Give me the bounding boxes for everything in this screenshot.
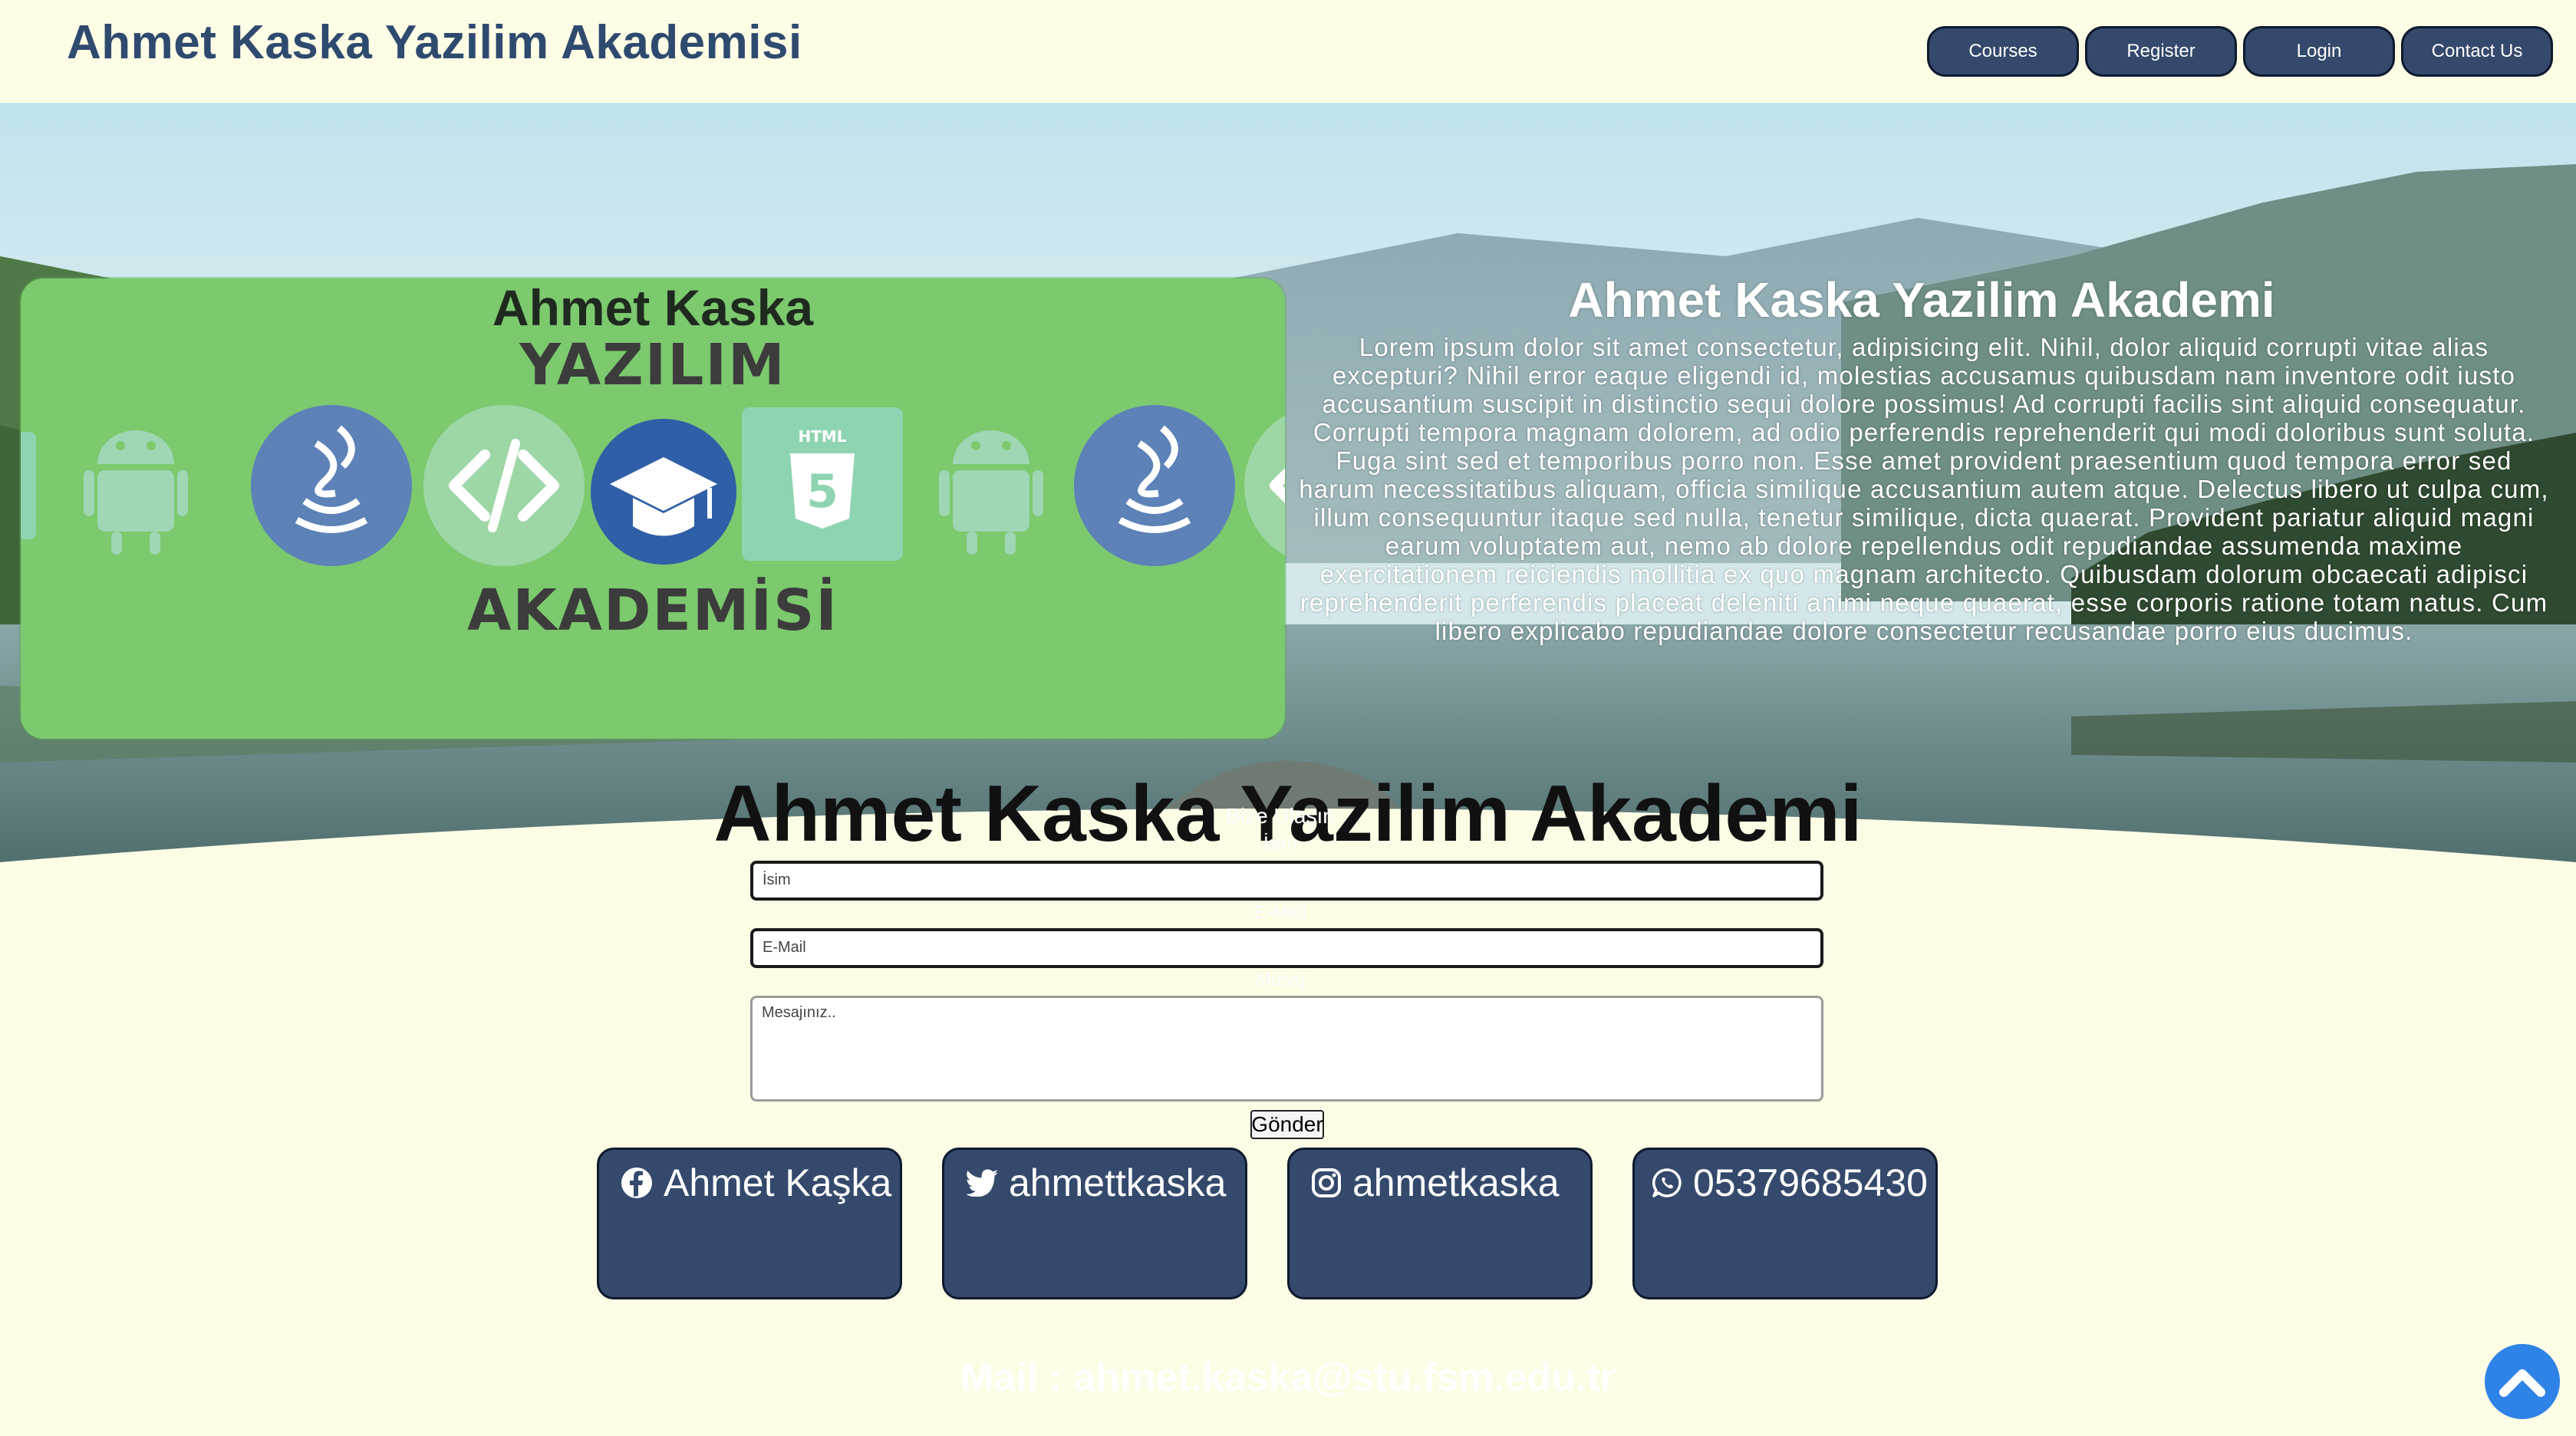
social-row: ahmettkaska bbox=[966, 1161, 1226, 1205]
about-text: Lorem ipsum dolor sit amet consectetur, … bbox=[1299, 333, 2549, 645]
nav-contact-button[interactable]: Contact Us bbox=[2401, 26, 2553, 77]
social-card-whatsapp[interactable]: 05379685430 bbox=[1632, 1148, 1938, 1299]
android-icon bbox=[84, 430, 188, 555]
code-icon bbox=[1244, 415, 1285, 556]
email-label: E-Mail bbox=[1253, 902, 1306, 923]
about-title: Ahmet Kaska Yazilim Akademi bbox=[1568, 272, 2275, 328]
name-input[interactable]: İsim bbox=[750, 861, 1823, 901]
name-label: İsim bbox=[1263, 833, 1297, 854]
nav-courses-button[interactable]: Courses bbox=[1927, 26, 2079, 77]
email-input[interactable]: E-Mail bbox=[750, 928, 1823, 968]
social-label-facebook: Ahmet Kaşka bbox=[664, 1161, 892, 1204]
java-icon bbox=[1074, 405, 1235, 566]
chevron-up-icon bbox=[2499, 1369, 2545, 1397]
main-nav: Courses Register Login Contact Us bbox=[1927, 26, 2553, 77]
email-input-placeholder: E-Mail bbox=[763, 939, 806, 956]
social-label-whatsapp: 05379685430 bbox=[1693, 1161, 1928, 1204]
site-brand[interactable]: Ahmet Kaska Yazilim Akademisi bbox=[67, 15, 802, 70]
banner-word-akademisi: AKADEMİSİ bbox=[467, 578, 838, 644]
banner-icon-strip: HTML 5 bbox=[21, 405, 1285, 566]
social-card-twitter[interactable]: ahmettkaska bbox=[942, 1148, 1247, 1299]
submit-button[interactable]: Gönder bbox=[1250, 1110, 1324, 1139]
social-card-instagram[interactable]: ahmetkaska bbox=[1287, 1148, 1593, 1299]
html5-icon bbox=[21, 432, 36, 539]
social-row: ahmetkaska bbox=[1311, 1161, 1560, 1205]
name-input-placeholder: İsim bbox=[763, 871, 791, 888]
social-row: 05379685430 bbox=[1652, 1161, 1928, 1205]
java-icon bbox=[251, 405, 412, 566]
html5-badge-text: HTML bbox=[798, 427, 846, 446]
form-heading: Bize Ulaşın bbox=[1226, 804, 1335, 828]
html5-icon: HTML 5 bbox=[742, 407, 903, 561]
social-label-instagram: ahmetkaska bbox=[1352, 1161, 1560, 1204]
academy-banner: Ahmet Kaska YAZILIM HTML 5 AKADEMİSİ bbox=[21, 278, 1285, 739]
instagram-icon bbox=[1312, 1168, 1341, 1197]
code-icon bbox=[423, 405, 585, 566]
hero-section: Ahmet Kaska YAZILIM HTML 5 AKADEMİSİ Ahm… bbox=[0, 103, 2576, 870]
banner-word-yazilim: YAZILIM bbox=[519, 332, 786, 398]
message-textarea-placeholder: Mesajınız.. bbox=[762, 1004, 836, 1021]
whatsapp-icon bbox=[1652, 1168, 1682, 1197]
nav-register-button[interactable]: Register bbox=[2085, 26, 2237, 77]
graduation-cap-icon bbox=[591, 419, 736, 565]
banner-title: Ahmet Kaska bbox=[492, 279, 814, 336]
footer-mail[interactable]: Mail : ahmet.kaska@stu.fsm.edu.tr bbox=[0, 1355, 2576, 1401]
message-label: Mesaj bbox=[1255, 970, 1306, 990]
message-textarea[interactable]: Mesajınız.. bbox=[750, 996, 1823, 1102]
social-card-facebook[interactable]: Ahmet Kaşka bbox=[597, 1148, 902, 1299]
nav-login-button[interactable]: Login bbox=[2243, 26, 2395, 77]
top-header: Ahmet Kaska Yazilim Akademisi Courses Re… bbox=[0, 0, 2576, 103]
social-row: Ahmet Kaşka bbox=[621, 1161, 891, 1205]
svg-text:5: 5 bbox=[806, 465, 838, 519]
android-icon bbox=[939, 430, 1043, 555]
scroll-to-top-button[interactable] bbox=[2485, 1344, 2560, 1419]
twitter-icon bbox=[966, 1169, 998, 1197]
facebook-icon bbox=[621, 1168, 652, 1198]
social-label-twitter: ahmettkaska bbox=[1009, 1161, 1227, 1204]
